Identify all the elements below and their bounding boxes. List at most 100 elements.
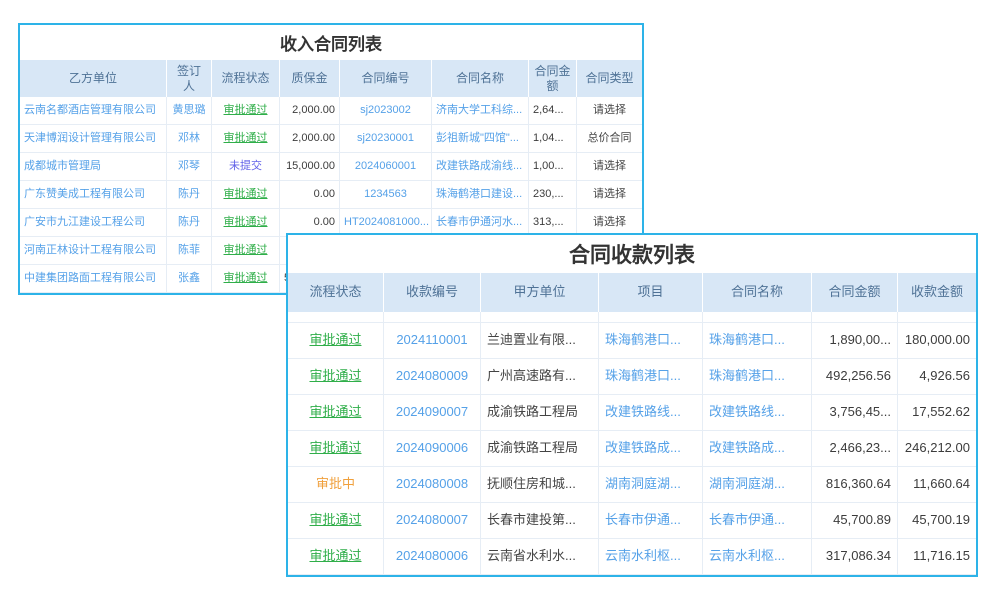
- project-cell[interactable]: 云南水利枢...: [599, 539, 703, 574]
- retention-amount-cell: 2,000.00: [280, 125, 340, 152]
- contract-no-cell[interactable]: 2024060001: [340, 153, 432, 180]
- receipt-no-cell[interactable]: 2024080008: [384, 467, 481, 502]
- table-row: 广东赞美成工程有限公司陈丹审批通过0.001234563珠海鹤港口建设...23…: [20, 181, 642, 209]
- contract-amount-cell: 2,64...: [529, 97, 577, 124]
- project-cell[interactable]: 长春市伊通...: [599, 503, 703, 538]
- party-b-cell[interactable]: 河南正林设计工程有限公司: [20, 237, 167, 264]
- contract-amount-cell: 2,466,23...: [812, 431, 898, 466]
- retention-amount-cell: 15,000.00: [280, 153, 340, 180]
- party-b-cell[interactable]: 天津博润设计管理有限公司: [20, 125, 167, 152]
- contract-name-cell[interactable]: 云南水利枢...: [703, 539, 812, 574]
- process-status-cell[interactable]: 审批通过: [288, 323, 384, 358]
- receipt-amount-cell: 11,660.64: [898, 467, 976, 502]
- contract-type-cell[interactable]: 请选择: [577, 153, 642, 180]
- process-status-cell[interactable]: 审批通过: [212, 237, 280, 264]
- party-b-cell[interactable]: 云南名都酒店管理有限公司: [20, 97, 167, 124]
- signer-cell[interactable]: 张鑫: [167, 265, 212, 292]
- column-header-contract-amount: 合同金额: [529, 60, 577, 97]
- table-row: 审批通过2024110001兰迪置业有限...珠海鹤港口...珠海鹤港口...1…: [288, 323, 976, 359]
- process-status-cell[interactable]: 审批通过: [212, 125, 280, 152]
- party-b-cell[interactable]: 成都城市管理局: [20, 153, 167, 180]
- receipt-no-cell[interactable]: 2024110001: [384, 323, 481, 358]
- process-status-cell[interactable]: 未提交: [212, 153, 280, 180]
- contract-type-cell[interactable]: 请选择: [577, 181, 642, 208]
- contract-name-cell[interactable]: 珠海鹤港口...: [703, 323, 812, 358]
- signer-cell[interactable]: 黄思璐: [167, 97, 212, 124]
- contract-type-cell[interactable]: 请选择: [577, 209, 642, 236]
- process-status-cell[interactable]: 审批通过: [212, 265, 280, 292]
- contract-name-cell[interactable]: 珠海鹤港口...: [703, 359, 812, 394]
- column-header-contract-name: 合同名称: [703, 273, 812, 312]
- column-header-party-a: 甲方单位: [481, 273, 599, 312]
- receipt-no-cell[interactable]: 2024080007: [384, 503, 481, 538]
- process-status-cell[interactable]: 审批通过: [212, 97, 280, 124]
- table-row: 审批通过2024090006成渝铁路工程局改建铁路成...改建铁路成...2,4…: [288, 431, 976, 467]
- contract-payment-table-title: 合同收款列表: [288, 235, 976, 273]
- contract-name-cell[interactable]: 济南大学工科综...: [432, 97, 529, 124]
- contract-no-cell[interactable]: sj2023002: [340, 97, 432, 124]
- party-a-cell: 成渝铁路工程局: [481, 431, 599, 466]
- table-row: 审批通过2024080009广州高速路有...珠海鹤港口...珠海鹤港口...4…: [288, 359, 976, 395]
- table-row: 审批通过2024080006云南省水利水...云南水利枢...云南水利枢...3…: [288, 539, 976, 575]
- contract-name-cell[interactable]: 改建铁路线...: [703, 395, 812, 430]
- contract-name-cell[interactable]: 长春市伊通河水...: [432, 209, 529, 236]
- contract-amount-cell: 3,756,45...: [812, 395, 898, 430]
- project-cell[interactable]: 湖南洞庭湖...: [599, 467, 703, 502]
- project-cell[interactable]: 珠海鹤港口...: [599, 323, 703, 358]
- party-b-cell[interactable]: 中建集团路面工程有限公司: [20, 265, 167, 292]
- signer-cell[interactable]: 邓林: [167, 125, 212, 152]
- contract-amount-cell: 1,890,00...: [812, 323, 898, 358]
- signer-cell[interactable]: 邓琴: [167, 153, 212, 180]
- contract-name-cell[interactable]: 改建铁路成...: [703, 431, 812, 466]
- signer-cell[interactable]: 陈丹: [167, 209, 212, 236]
- process-status-cell[interactable]: 审批通过: [288, 539, 384, 574]
- empty-row: [288, 312, 976, 323]
- contract-name-cell[interactable]: 改建铁路成渝线...: [432, 153, 529, 180]
- party-b-cell[interactable]: 广东赞美成工程有限公司: [20, 181, 167, 208]
- empty-cell: [288, 312, 384, 322]
- process-status-cell[interactable]: 审批通过: [288, 431, 384, 466]
- process-status-cell[interactable]: 审批通过: [212, 209, 280, 236]
- signer-cell[interactable]: 陈丹: [167, 181, 212, 208]
- column-header-receipt-no: 收款编号: [384, 273, 481, 312]
- retention-amount-cell: 2,000.00: [280, 97, 340, 124]
- contract-name-cell[interactable]: 彭祖新城"四馆"...: [432, 125, 529, 152]
- contract-no-cell[interactable]: HT2024081000...: [340, 209, 432, 236]
- receipt-no-cell[interactable]: 2024080009: [384, 359, 481, 394]
- party-b-cell[interactable]: 广安市九江建设工程公司: [20, 209, 167, 236]
- receipt-amount-cell: 4,926.56: [898, 359, 976, 394]
- column-header-contract-name: 合同名称: [432, 60, 529, 97]
- contract-name-cell[interactable]: 长春市伊通...: [703, 503, 812, 538]
- column-header-project: 项目: [599, 273, 703, 312]
- contract-type-cell[interactable]: 请选择: [577, 97, 642, 124]
- project-cell[interactable]: 改建铁路线...: [599, 395, 703, 430]
- receipt-no-cell[interactable]: 2024090006: [384, 431, 481, 466]
- signer-cell[interactable]: 陈菲: [167, 237, 212, 264]
- income-contract-table-title: 收入合同列表: [20, 25, 642, 60]
- receipt-no-cell[interactable]: 2024080006: [384, 539, 481, 574]
- contract-no-cell[interactable]: sj20230001: [340, 125, 432, 152]
- contract-no-cell[interactable]: 1234563: [340, 181, 432, 208]
- process-status-cell[interactable]: 审批通过: [288, 359, 384, 394]
- process-status-cell[interactable]: 审批通过: [288, 395, 384, 430]
- contract-amount-cell: 45,700.89: [812, 503, 898, 538]
- project-cell[interactable]: 珠海鹤港口...: [599, 359, 703, 394]
- receipt-no-cell[interactable]: 2024090007: [384, 395, 481, 430]
- party-a-cell: 云南省水利水...: [481, 539, 599, 574]
- contract-type-cell[interactable]: 总价合同: [577, 125, 642, 152]
- contract-amount-cell: 492,256.56: [812, 359, 898, 394]
- contract-name-cell[interactable]: 珠海鹤港口建设...: [432, 181, 529, 208]
- receipt-amount-cell: 246,212.00: [898, 431, 976, 466]
- table-row: 云南名都酒店管理有限公司黄思璐审批通过2,000.00sj2023002济南大学…: [20, 97, 642, 125]
- process-status-cell[interactable]: 审批通过: [288, 503, 384, 538]
- party-a-cell: 兰迪置业有限...: [481, 323, 599, 358]
- contract-payment-table-body: 审批通过2024110001兰迪置业有限...珠海鹤港口...珠海鹤港口...1…: [288, 312, 976, 575]
- process-status-cell[interactable]: 审批通过: [212, 181, 280, 208]
- contract-name-cell[interactable]: 湖南洞庭湖...: [703, 467, 812, 502]
- project-cell[interactable]: 改建铁路成...: [599, 431, 703, 466]
- column-header-party-b: 乙方单位: [20, 60, 167, 97]
- contract-amount-cell: 816,360.64: [812, 467, 898, 502]
- table-row: 天津博润设计管理有限公司邓林审批通过2,000.00sj20230001彭祖新城…: [20, 125, 642, 153]
- column-header-contract-amount: 合同金额: [812, 273, 898, 312]
- process-status-cell[interactable]: 审批中: [288, 467, 384, 502]
